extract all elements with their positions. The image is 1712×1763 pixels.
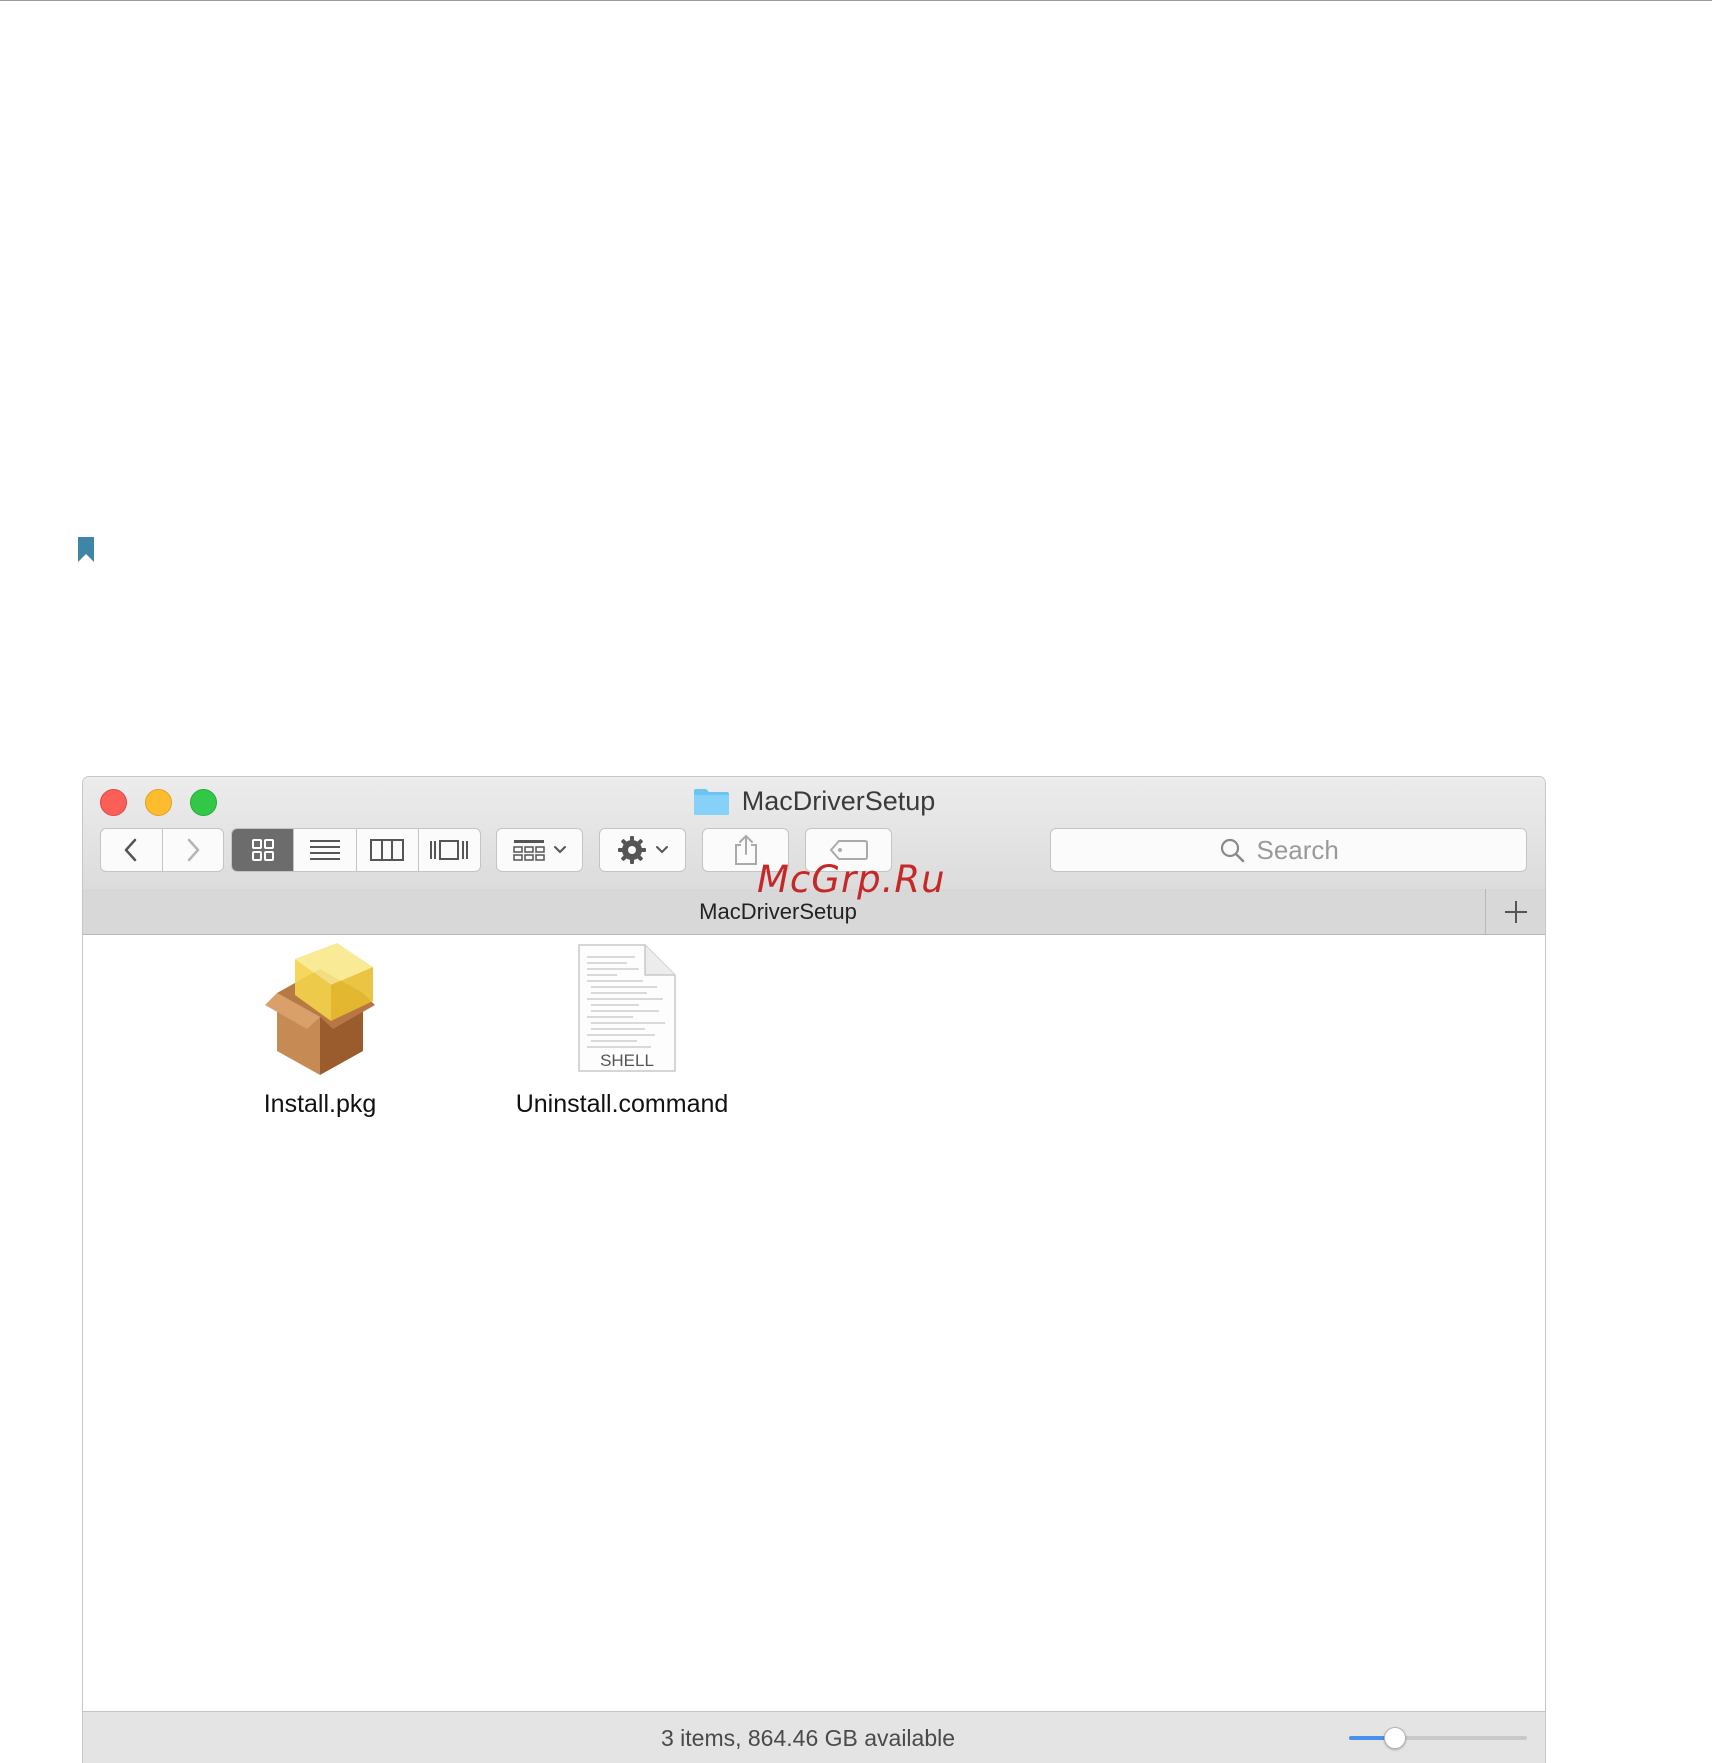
list-view-button[interactable] <box>293 829 355 871</box>
folder-icon <box>693 788 729 815</box>
page-top-rule <box>0 0 1712 1</box>
icon-size-slider[interactable] <box>1349 1727 1527 1749</box>
shell-script-icon: SHELL <box>578 944 676 1072</box>
chevron-down-icon <box>655 846 668 854</box>
window-title-text: MacDriverSetup <box>741 785 936 816</box>
plus-icon <box>1505 900 1527 923</box>
chevron-down-icon <box>553 846 566 854</box>
forward-button[interactable] <box>161 829 224 871</box>
file-name: Install.pkg <box>263 1090 377 1118</box>
status-bar: 3 items, 864.46 GB available <box>83 1711 1545 1763</box>
back-button[interactable] <box>101 829 162 871</box>
file-area: Install.pkg SHELL Uninstall.command <box>83 935 1545 1711</box>
gear-icon <box>617 836 646 864</box>
cover-flow-view-button[interactable] <box>417 829 480 871</box>
bookmark-icon <box>78 537 94 562</box>
slider-knob[interactable] <box>1384 1727 1407 1749</box>
file-item-install[interactable]: Install.pkg <box>170 935 470 1118</box>
arrange-grid-icon <box>512 840 545 861</box>
package-icon <box>265 943 375 1075</box>
view-mode-buttons <box>231 828 481 872</box>
window-title: MacDriverSetup <box>83 783 1545 819</box>
chevron-left-icon <box>125 838 137 862</box>
status-text: 3 items, 864.46 GB available <box>660 1724 956 1751</box>
search-icon <box>1220 838 1244 863</box>
arrange-button[interactable] <box>496 828 583 872</box>
icon-view-icon <box>251 839 274 861</box>
new-tab-button[interactable] <box>1485 889 1545 934</box>
search-input[interactable] <box>1254 833 1359 867</box>
column-view-button[interactable] <box>355 829 418 871</box>
cover-flow-icon <box>430 840 469 860</box>
navigation-buttons <box>100 828 224 872</box>
shell-label: SHELL <box>600 1051 654 1070</box>
action-button[interactable] <box>599 828 686 872</box>
finder-window: MacDriverSetup Search MacDriverSetup Ins… <box>82 776 1546 1763</box>
tab-title: MacDriverSetup <box>699 898 857 924</box>
share-icon <box>734 834 757 865</box>
list-view-icon <box>309 840 340 860</box>
search-field[interactable] <box>1050 828 1527 872</box>
column-view-icon <box>370 839 405 861</box>
file-name: Uninstall.command <box>515 1090 729 1118</box>
file-item-uninstall[interactable]: SHELL Uninstall.command <box>472 935 772 1118</box>
watermark-text: McGrp.Ru <box>757 858 946 901</box>
chevron-right-icon <box>187 838 199 862</box>
icon-view-button[interactable] <box>232 829 294 871</box>
